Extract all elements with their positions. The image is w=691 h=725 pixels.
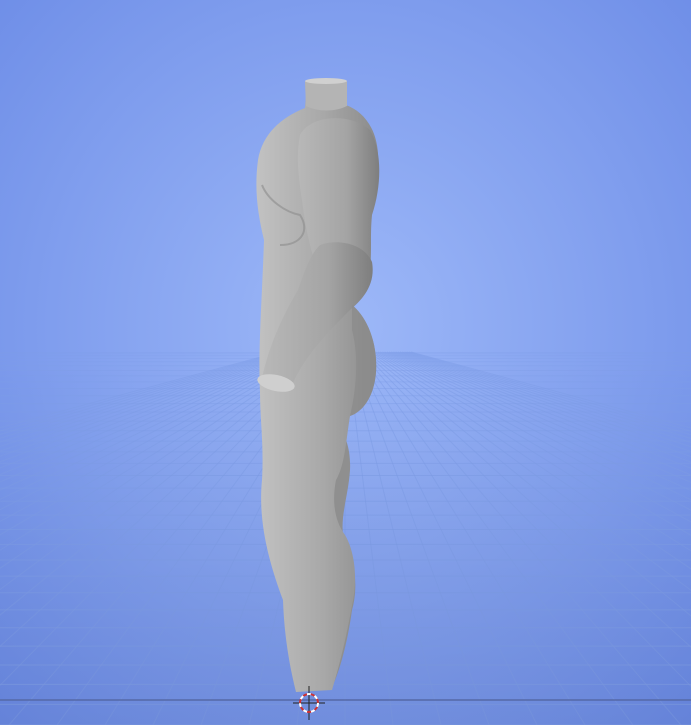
viewport-canvas[interactable] bbox=[0, 0, 691, 725]
mannequin-neck-cap bbox=[305, 78, 347, 84]
3d-viewport[interactable] bbox=[0, 0, 691, 725]
